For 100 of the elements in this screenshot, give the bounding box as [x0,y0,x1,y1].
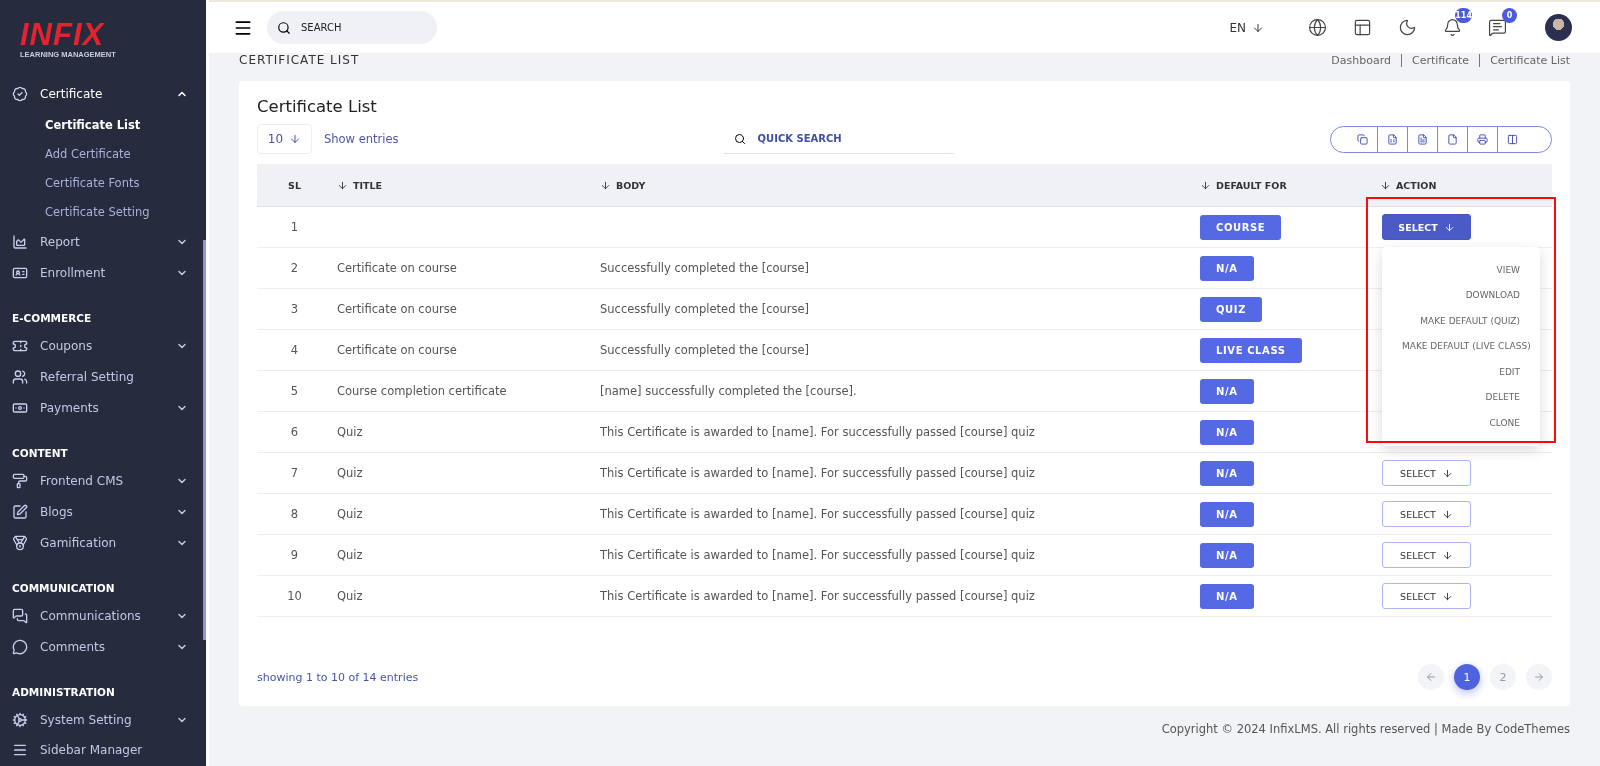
sidebar-subitem[interactable]: Certificate Fonts [0,168,206,198]
sidebar-item[interactable]: Sidebar Manager [0,735,206,766]
language-selector[interactable]: EN [1223,19,1270,36]
select-button[interactable]: SELECT [1382,501,1471,527]
column-label: ACTION [1396,179,1437,191]
logo-text: INFIX [20,20,106,50]
column-header[interactable]: SL [257,179,332,191]
table-cell-text: 9 [289,548,300,562]
sidebar-subitem[interactable]: Add Certificate [0,139,206,169]
menu-item[interactable]: CLONE [1382,410,1540,436]
default-for-tag: N/A [1200,460,1254,486]
default-for-tag: N/A [1200,501,1254,527]
avatar[interactable] [1545,14,1572,41]
table-cell-text: 3 [289,302,300,316]
chat-icon [12,607,28,624]
select-button[interactable]: SELECT [1382,214,1471,240]
column-label: DEFAULT FOR [1216,179,1287,191]
show-entries-label: Show entries [324,132,399,146]
table-cell-text: Quiz [336,507,364,521]
menu-item[interactable]: EDIT [1382,359,1540,385]
column-label: TITLE [353,179,383,191]
default-for-tag: QUIZ [1200,296,1262,322]
quick-search-field[interactable]: QUICK SEARCH [723,124,954,154]
comment-icon [12,638,28,655]
sidebar-item[interactable]: Frontend CMS [0,465,206,497]
default-for-tag: N/A [1200,378,1254,404]
page-size-select[interactable]: 10 [257,124,312,154]
arrow-down-icon [1441,590,1453,602]
table-cell-text: 5 [289,384,300,398]
menu-item[interactable]: MAKE DEFAULT (LIVE CLASS) [1382,333,1540,359]
page-title: CERTIFICATE LIST [239,53,360,67]
table-cell-text: Course completion certificate [336,384,508,398]
menu-item[interactable]: VIEW [1382,257,1540,283]
sidebar-section-heading: E-COMMERCE [11,311,93,327]
column-header[interactable]: BODY [600,179,1200,191]
column-header[interactable]: ACTION [1380,179,1552,191]
notification-count: 114 [1455,8,1472,23]
column-label: BODY [616,179,646,191]
select-button[interactable]: SELECT [1382,583,1471,609]
breadcrumb-link[interactable]: Certificate [1401,53,1470,67]
default-for-tag: N/A [1200,542,1254,568]
table-cell-text: Successfully completed the [course] [600,261,811,275]
table-cell-text: Certificate on course [336,302,458,316]
menu-item[interactable]: DELETE [1382,384,1540,410]
copyright-text: Copyright © 2024 InfixLMS. All rights reserved | Made By CodeThemes [1161,722,1570,736]
table-cell-text: Certificate on course [336,261,458,275]
breadcrumb-link[interactable]: Dashboard [1331,53,1391,67]
default-for-tag: LIVE CLASS [1200,337,1302,363]
table-cell-text: Quiz [336,425,364,439]
arrow-down-icon [1443,221,1455,233]
page-button[interactable]: 1 [1454,664,1480,690]
arrow-down-icon [289,133,302,145]
breadcrumb-link[interactable]: Certificate List [1479,53,1570,67]
sidebar-item[interactable]: Communications [0,600,206,632]
select-button[interactable]: SELECT [1382,542,1471,568]
table-cell-text: Quiz [336,589,364,603]
select-button[interactable]: SELECT [1382,460,1471,486]
sidebar-subitem[interactable]: Certificate Setting [0,197,206,227]
search-input[interactable]: SEARCH [299,21,423,34]
sidebar-item[interactable]: Enrollment [0,257,206,289]
table-cell-text: 10 [286,589,303,603]
sidebar-subitem[interactable]: Certificate List [0,110,206,140]
table-cell-text: Successfully completed the [course] [600,302,811,316]
table-cell-text: 7 [289,466,300,480]
column-header[interactable]: DEFAULT FOR [1200,179,1380,191]
arrow-left-icon [1425,671,1437,683]
table-cell-text: Quiz [336,466,364,480]
table-cell-text: This Certificate is awarded to [name]. For successfully passed [course] quiz [600,548,1036,562]
scrollbar[interactable] [203,240,206,640]
search-icon [277,20,291,35]
column-header[interactable]: TITLE [332,179,600,191]
default-for-tag: N/A [1200,255,1254,281]
search-field[interactable]: SEARCH [267,11,437,44]
sidebar-item[interactable]: Payments [0,392,206,424]
paint-roller-icon [12,472,28,489]
medal-icon [12,534,28,551]
sidebar-item[interactable]: Blogs [0,496,206,528]
table-cell-text: This Certificate is awarded to [name]. For successfully passed [course] quiz [600,507,1036,521]
table-cell-text: This Certificate is awarded to [name]. For successfully passed [course] quiz [600,589,1036,603]
arrow-down-icon [1441,508,1453,520]
entries-summary: showing 1 to 10 of 14 entries [257,670,419,684]
sidebar-item[interactable]: Coupons [0,330,206,362]
sidebar-item[interactable]: Gamification [0,527,206,559]
sidebar-item[interactable]: Referral Setting [0,361,206,393]
sidebar-item[interactable]: System Setting [0,704,206,735]
chart-icon [12,233,28,250]
table-cell-text: 2 [289,261,300,275]
table-cell-text: [name] successfully completed the [course]. [600,384,858,398]
table-cell-text: This Certificate is awarded to [name]. For successfully passed [course] quiz [600,425,1036,439]
default-for-tag: COURSE [1200,214,1282,240]
arrow-down-icon [1252,21,1264,34]
default-for-tag: N/A [1200,419,1254,445]
sidebar-item[interactable]: Comments [0,631,206,662]
column-label: SL [288,179,301,191]
sidebar-item[interactable]: Certificate [0,79,206,110]
table-cell-text: 1 [289,220,300,234]
menu-item[interactable]: DOWNLOAD [1382,282,1540,308]
default-for-tag: N/A [1200,583,1254,609]
menu-item[interactable]: MAKE DEFAULT (QUIZ) [1382,308,1540,334]
sidebar-item[interactable]: Report [0,226,206,258]
